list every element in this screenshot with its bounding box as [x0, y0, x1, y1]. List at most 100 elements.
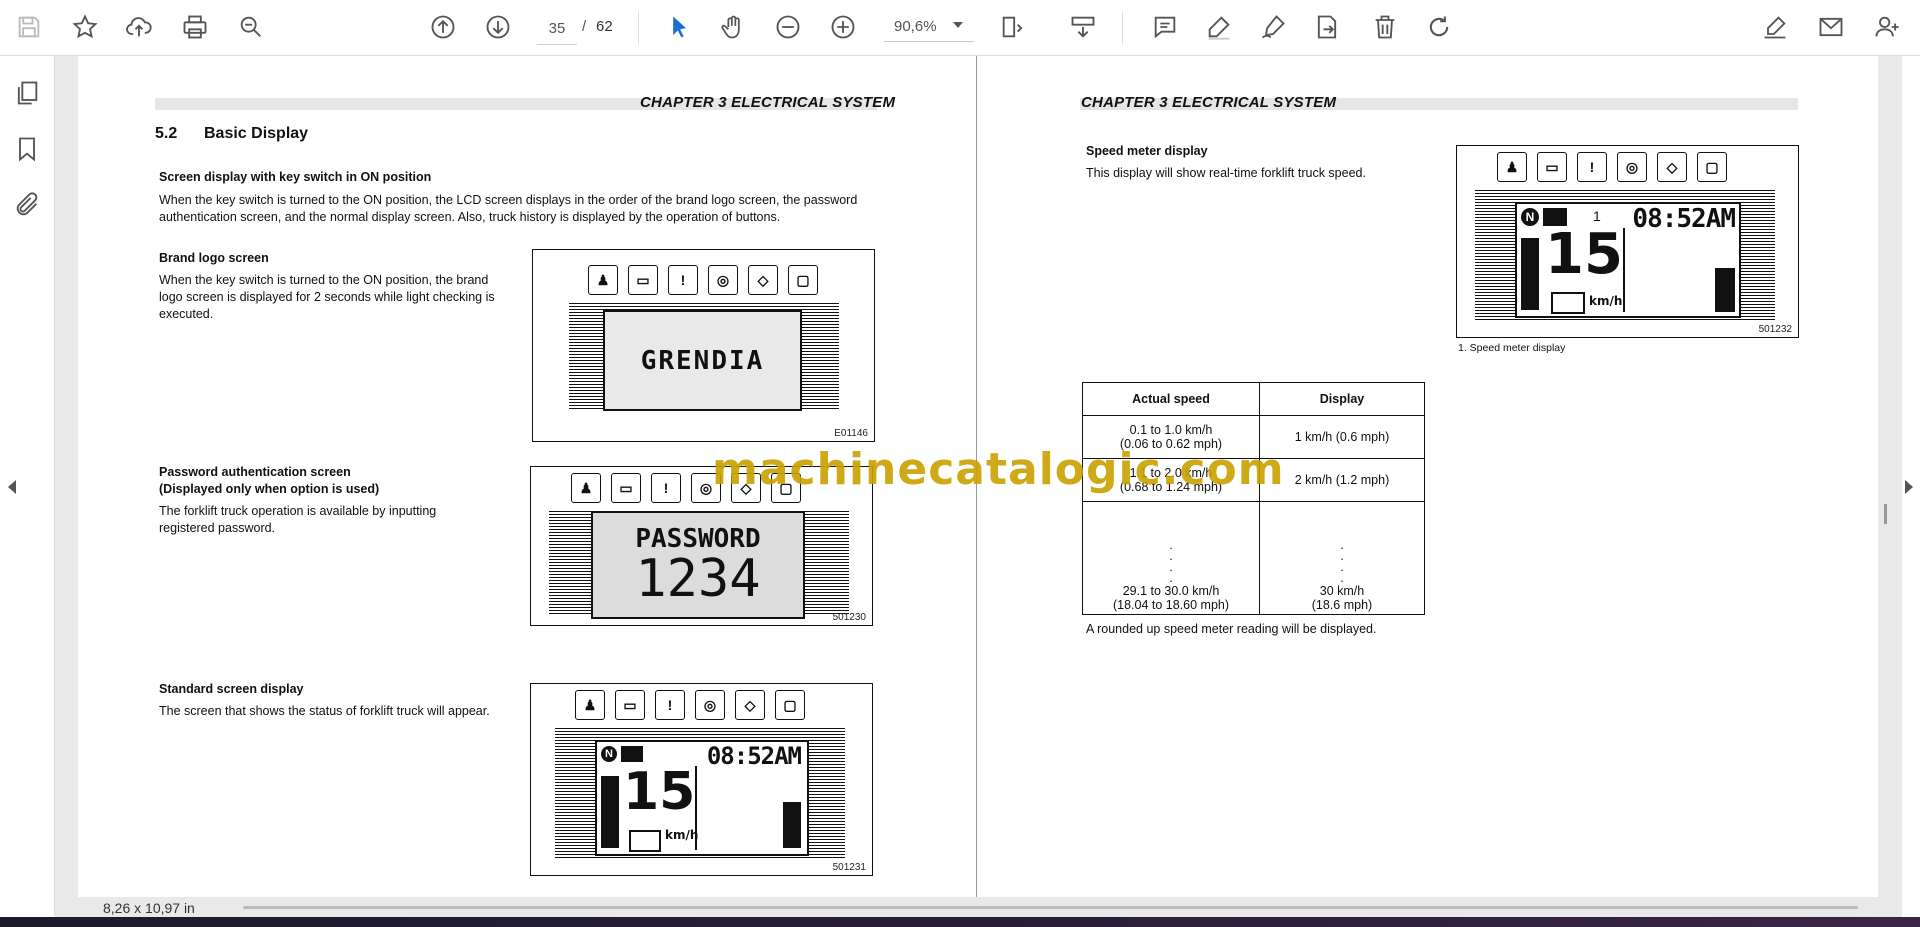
seatbelt-icon: ♟ — [588, 265, 618, 295]
email-icon[interactable] — [1814, 10, 1848, 44]
seatbelt-icon: ♟ — [575, 690, 605, 720]
page-separator: / — [582, 18, 587, 35]
chapter-header: CHAPTER 3 ELECTRICAL SYSTEM — [1081, 94, 1337, 111]
attachment-icon[interactable] — [10, 188, 44, 222]
speed-unit: km/h — [665, 828, 699, 842]
select-cursor-icon[interactable] — [662, 10, 696, 44]
rotate-icon[interactable] — [1422, 10, 1456, 44]
highlight-icon[interactable] — [1202, 10, 1236, 44]
zoom-search-icon[interactable] — [234, 10, 268, 44]
brake-icon: ◎ — [708, 265, 738, 295]
sign-icon[interactable] — [1256, 10, 1290, 44]
status-bar: 8,26 x 10,97 in — [55, 897, 1902, 917]
toolbar-divider — [1122, 12, 1123, 44]
temp-bar-right — [783, 802, 801, 848]
fuel-bar-left — [1521, 238, 1539, 310]
key-icon — [621, 746, 643, 762]
zoom-out-icon[interactable] — [771, 10, 805, 44]
brand-logo-figure: ♟ ▭ ! ◎ ◇ ▢ GRENDIA E01146 — [532, 249, 875, 442]
clock-readout: 08:52AM — [706, 742, 802, 770]
figure-code: E01146 — [834, 428, 868, 439]
battery-icon: ▭ — [628, 265, 658, 295]
exclamation-icon: ! — [1577, 152, 1607, 182]
engine-icon: ▢ — [788, 265, 818, 295]
share-user-icon[interactable] — [1870, 10, 1904, 44]
comment-icon[interactable] — [1148, 10, 1182, 44]
subsection-title: Screen display with key switch in ON pos… — [159, 170, 432, 184]
lcd-screen: GRENDIA — [603, 310, 802, 411]
taskbar-strip — [0, 917, 1920, 927]
hand-icon[interactable] — [716, 10, 750, 44]
pages-icon[interactable] — [10, 76, 44, 110]
warning-icon-row: ♟ ▭ ! ◎ ◇ ▢ — [1497, 152, 1727, 182]
forklift-icon — [1551, 292, 1585, 314]
vertical-scrollbar[interactable] — [1884, 504, 1887, 524]
collapse-left-icon[interactable] — [8, 480, 16, 494]
speed-meter-figure: ♟ ▭ ! ◎ ◇ ▢ N 1 08:52AM 15 km/h 501232 — [1456, 145, 1799, 338]
battery-icon: ▭ — [615, 690, 645, 720]
speed-readout: 15 — [623, 762, 696, 822]
section-number: 5.2 — [155, 125, 178, 142]
upload-icon[interactable] — [122, 10, 156, 44]
password-value: 1234 — [635, 549, 761, 609]
figure-code: 501230 — [832, 612, 866, 623]
page-down-icon[interactable] — [481, 10, 515, 44]
actual-speed-kmh: 29.1 to 30.0 km/h — [1122, 584, 1220, 598]
collapse-right-icon[interactable] — [1905, 480, 1913, 494]
delete-icon[interactable] — [1368, 10, 1402, 44]
export-icon[interactable] — [1310, 10, 1344, 44]
subsection-title: Brand logo screen — [159, 251, 269, 265]
exclamation-icon: ! — [655, 690, 685, 720]
forklift-icon — [629, 830, 661, 852]
battery-icon: ▭ — [611, 473, 641, 503]
figure-code: 501231 — [832, 862, 866, 873]
engine-icon: ▢ — [1697, 152, 1727, 182]
fit-page-icon[interactable] — [996, 10, 1030, 44]
chevron-down-icon[interactable] — [953, 22, 963, 28]
exclamation-icon: ! — [668, 265, 698, 295]
battery-icon: ▭ — [1537, 152, 1567, 182]
oil-icon: ◇ — [748, 265, 778, 295]
horizontal-scrollbar[interactable] — [243, 906, 1858, 909]
watermark: machinecatalogic.com — [712, 444, 1285, 495]
bookmark-icon[interactable] — [10, 132, 44, 166]
paragraph-line: logo screen is displayed for 2 seconds w… — [159, 290, 495, 304]
brand-logo-text: GRENDIA — [640, 345, 765, 376]
paragraph-line: When the key switch is turned to the ON … — [159, 273, 489, 287]
divider — [1623, 228, 1625, 312]
page-up-icon[interactable] — [426, 10, 460, 44]
zoom-in-icon[interactable] — [826, 10, 860, 44]
figure-code: 501232 — [1758, 324, 1792, 335]
clock-readout: 08:52AM — [1632, 204, 1736, 234]
temp-bar-right — [1715, 268, 1735, 312]
speed-unit: km/h — [1589, 294, 1623, 308]
print-icon[interactable] — [178, 10, 212, 44]
section-title: Basic Display — [204, 125, 309, 142]
zoom-value: 90,6% — [894, 18, 937, 35]
neutral-icon: N — [601, 746, 617, 762]
brake-icon: ◎ — [695, 690, 725, 720]
display-speed-mph: (18.6 mph) — [1311, 598, 1373, 612]
star-icon[interactable] — [68, 10, 102, 44]
figure-caption: 1. Speed meter display — [1458, 342, 1566, 354]
table-footnote: A rounded up speed meter reading will be… — [1086, 622, 1377, 636]
paragraph-line: This display will show real-time forklif… — [1086, 166, 1366, 180]
oil-icon: ◇ — [735, 690, 765, 720]
warning-icon-row: ♟ ▭ ! ◎ ◇ ▢ — [588, 265, 818, 295]
scroll-mode-icon[interactable] — [1066, 10, 1100, 44]
page-size-readout: 8,26 x 10,97 in — [103, 900, 195, 916]
toolbar-divider — [638, 12, 639, 44]
save-icon[interactable] — [12, 10, 46, 44]
subsection-title: Speed meter display — [1086, 144, 1208, 158]
paragraph-line: executed. — [159, 307, 214, 321]
ellipsis-dots: .... — [1340, 538, 1344, 585]
fuel-bar-left — [601, 776, 619, 848]
fill-sign-icon[interactable] — [1758, 10, 1792, 44]
page-number-input[interactable] — [537, 12, 577, 45]
warning-icon-row: ♟ ▭ ! ◎ ◇ ▢ — [575, 690, 805, 720]
paragraph-line: The screen that shows the status of fork… — [159, 704, 490, 718]
page-total: 62 — [596, 18, 613, 35]
subsection-title: Standard screen display — [159, 682, 304, 696]
display-speed: 30 km/h — [1319, 584, 1365, 598]
neutral-icon: N — [1521, 208, 1539, 226]
